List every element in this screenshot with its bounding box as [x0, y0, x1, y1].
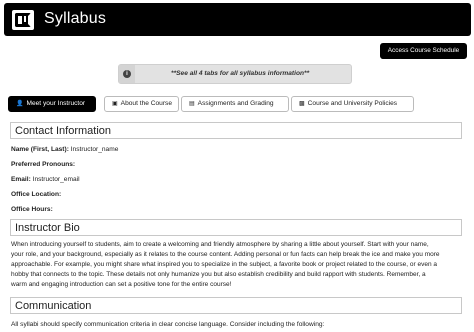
office-location-label: Office Location:: [11, 191, 62, 198]
info-icon: i: [123, 70, 131, 78]
tabs-notice: i **See all 4 tabs for all syllabus info…: [118, 64, 352, 84]
tab-course-and-university-policies[interactable]: ▩ Course and University Policies: [291, 96, 414, 112]
tab-label: Assignments and Grading: [197, 100, 274, 107]
office-hours-line: Office Hours:: [11, 206, 53, 213]
notice-text: **See all 4 tabs for all syllabus inform…: [171, 70, 310, 77]
contact-information-heading: Contact Information: [10, 122, 462, 139]
communication-heading: Communication: [10, 297, 462, 314]
instructor-bio-text: When introducing yourself to students, a…: [11, 241, 440, 288]
name-value: Instructor_name: [68, 146, 119, 153]
tab-about-the-course[interactable]: ▣ About the Course: [104, 96, 179, 112]
name-label: Name (First, Last):: [11, 146, 69, 153]
page-title: Syllabus: [44, 10, 107, 27]
pronouns-line: Preferred Pronouns:: [11, 161, 75, 168]
office-location-line: Office Location:: [11, 191, 61, 198]
office-hours-label: Office Hours:: [11, 206, 53, 213]
instructor-name-line: Name (First, Last): Instructor_name: [11, 146, 118, 153]
cu-logo-icon: [12, 10, 34, 30]
tab-meet-your-instructor[interactable]: 👤 Meet your Instructor: [8, 96, 96, 112]
document-icon: ▤: [189, 101, 195, 107]
communication-text: All syllabi should specify communication…: [11, 321, 325, 328]
pronouns-label: Preferred Pronouns:: [11, 161, 76, 168]
access-course-schedule-button[interactable]: Access Course Schedule: [380, 43, 467, 59]
instructor-bio-heading: Instructor Bio: [10, 219, 462, 236]
email-line: Email: Instructor_email: [11, 176, 80, 183]
tab-assignments-and-grading[interactable]: ▤ Assignments and Grading: [181, 96, 289, 112]
email-value: Instructor_email: [30, 176, 80, 183]
user-icon: 👤: [16, 101, 24, 107]
header-bar: Syllabus: [4, 3, 471, 36]
tab-label: About the Course: [120, 100, 172, 107]
open-book-icon: ▩: [299, 101, 305, 107]
tab-label: Meet your Instructor: [26, 100, 86, 107]
tab-label: Course and University Policies: [307, 100, 398, 107]
email-label: Email:: [11, 176, 31, 183]
book-icon: ▣: [112, 101, 118, 107]
